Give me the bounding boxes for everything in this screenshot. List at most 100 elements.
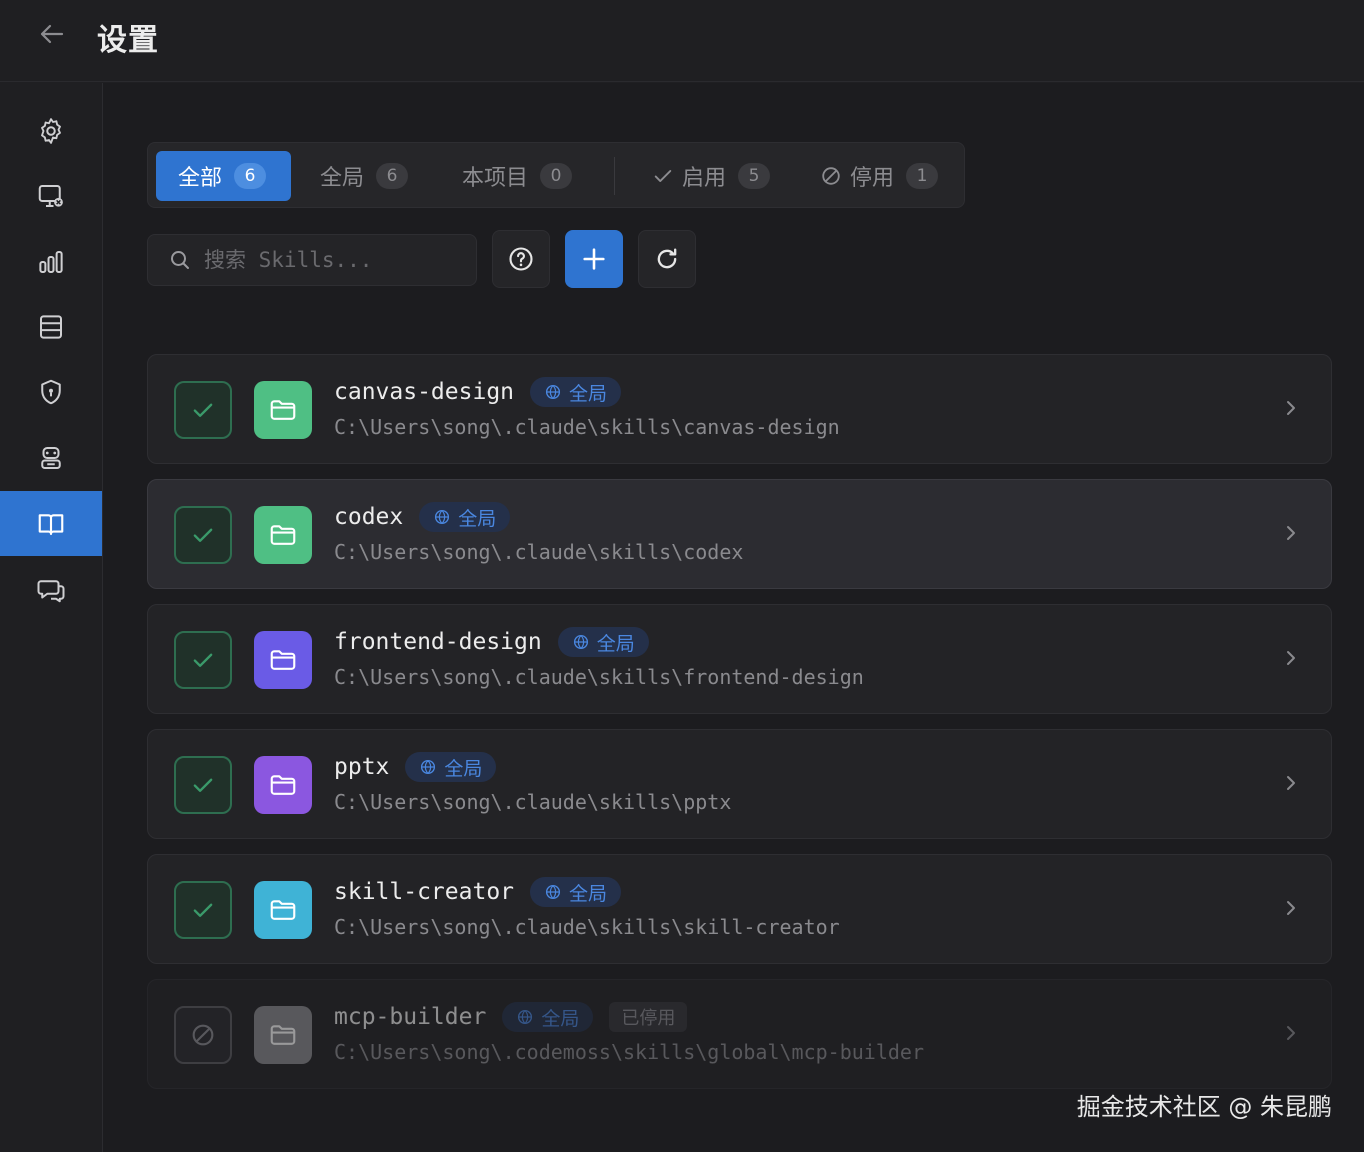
ban-icon bbox=[822, 167, 840, 185]
tab-enabled[interactable]: 启用 5 bbox=[630, 151, 780, 201]
skill-card[interactable]: skill-creator 全局 C:\Users\song\.claude\ski… bbox=[147, 854, 1332, 964]
scope-label: 全局 bbox=[569, 382, 608, 405]
scope-label: 全局 bbox=[569, 882, 608, 905]
chevron-right-icon bbox=[1287, 901, 1295, 915]
scope-badge: 全局 bbox=[530, 377, 622, 407]
skill-toggle-checkbox[interactable] bbox=[174, 631, 232, 689]
globe-icon bbox=[545, 384, 561, 400]
sidebar-item-permissions[interactable] bbox=[0, 359, 102, 424]
skill-path: C:\Users\song\.claude\skills\skill-creat… bbox=[334, 915, 840, 939]
ban-icon bbox=[192, 1024, 214, 1046]
scope-label: 全局 bbox=[458, 507, 497, 530]
gear-icon bbox=[41, 117, 61, 144]
help-button[interactable] bbox=[492, 230, 550, 288]
shield-icon bbox=[41, 379, 61, 404]
scope-badge: 全局 bbox=[502, 1002, 594, 1032]
skill-toggle-checkbox[interactable] bbox=[174, 506, 232, 564]
skill-name: skill-creator bbox=[334, 879, 515, 905]
scope-badge: 全局 bbox=[530, 877, 622, 907]
refresh-button[interactable] bbox=[638, 230, 696, 288]
sidebar-item-usage[interactable] bbox=[0, 229, 102, 294]
status-badge: 已停用 bbox=[609, 1002, 688, 1032]
search-input[interactable] bbox=[204, 248, 464, 272]
sidebar-item-data[interactable] bbox=[0, 294, 102, 359]
tab-label: 全局 bbox=[320, 166, 365, 191]
sidebar bbox=[0, 83, 103, 1152]
tab-count: 6 bbox=[234, 163, 267, 189]
chevron-right-icon bbox=[1287, 651, 1295, 665]
tab-divider bbox=[614, 157, 615, 195]
skill-name: pptx bbox=[334, 754, 390, 780]
help-circle-icon bbox=[509, 247, 533, 271]
chevron-right-icon bbox=[1287, 526, 1295, 540]
main-content: 全部 6 全局 6 本项目 0 启用 5 停用 1 搜索 Skills... c… bbox=[103, 83, 1364, 1152]
scope-label: 全局 bbox=[444, 757, 483, 780]
sidebar-item-agents[interactable] bbox=[0, 425, 102, 490]
tab-label: 本项目 bbox=[462, 166, 529, 191]
tab-global[interactable]: 全局 6 bbox=[298, 151, 423, 201]
tab-count: 0 bbox=[540, 163, 573, 189]
skill-name: mcp-builder bbox=[334, 1004, 487, 1030]
globe-icon bbox=[573, 634, 588, 650]
chat-icon bbox=[37, 579, 65, 602]
globe-icon bbox=[421, 759, 436, 775]
tab-disabled[interactable]: 停用 1 bbox=[798, 151, 948, 201]
skill-card[interactable]: canvas-design 全局 C:\Users\song\.claude\ski… bbox=[147, 354, 1332, 464]
sidebar-item-skills[interactable] bbox=[0, 491, 102, 556]
skill-toggle-checkbox[interactable] bbox=[174, 881, 232, 939]
folder-icon bbox=[270, 775, 296, 795]
folder-icon bbox=[270, 900, 296, 920]
skill-folder-badge bbox=[254, 1006, 312, 1064]
bar-chart-icon bbox=[39, 250, 63, 273]
skill-name-row: codex 全局 bbox=[334, 500, 511, 534]
folder-icon bbox=[270, 400, 296, 420]
tab-count: 5 bbox=[738, 163, 771, 189]
skill-name: frontend-design bbox=[334, 629, 542, 655]
watermark: 掘金技术社区 @ 朱昆鹏 bbox=[1076, 1093, 1332, 1121]
skill-card[interactable]: mcp-builder 全局 已停用 C:\Users\song\.codemoss\… bbox=[147, 979, 1332, 1089]
back-button[interactable] bbox=[36, 18, 68, 50]
tab-label: 全部 bbox=[178, 166, 223, 191]
skill-folder-badge bbox=[254, 756, 312, 814]
skill-card[interactable]: pptx 全局 C:\Users\song\.claude\skills\pptx bbox=[147, 729, 1332, 839]
folder-icon bbox=[270, 1025, 296, 1045]
sidebar-item-feedback[interactable] bbox=[0, 557, 102, 622]
check-icon bbox=[654, 170, 672, 182]
skill-toggle-checkbox[interactable] bbox=[174, 1006, 232, 1064]
book-open-icon bbox=[38, 513, 64, 535]
skill-folder-badge bbox=[254, 506, 312, 564]
skill-path: C:\Users\song\.claude\skills\codex bbox=[334, 540, 744, 564]
tab-project[interactable]: 本项目 0 bbox=[440, 151, 595, 201]
check-icon bbox=[193, 653, 213, 667]
skill-card[interactable]: frontend-design 全局 C:\Users\song\.claude\s… bbox=[147, 604, 1332, 714]
search-box bbox=[147, 234, 477, 286]
globe-icon bbox=[518, 1009, 533, 1025]
skill-name-row: mcp-builder 全局 已停用 bbox=[334, 1000, 688, 1034]
folder-icon bbox=[270, 650, 296, 670]
filter-tabs: 全部 6 全局 6 本项目 0 启用 5 停用 1 bbox=[147, 142, 965, 208]
sidebar-item-general[interactable] bbox=[0, 98, 102, 163]
add-skill-button[interactable] bbox=[565, 230, 623, 288]
scope-badge: 全局 bbox=[557, 627, 649, 657]
skill-toggle-checkbox[interactable] bbox=[174, 756, 232, 814]
skill-toggle-checkbox[interactable] bbox=[174, 381, 232, 439]
tab-label: 启用 bbox=[682, 166, 727, 191]
sidebar-item-provider[interactable] bbox=[0, 163, 102, 228]
scope-label: 全局 bbox=[541, 1007, 580, 1030]
globe-icon bbox=[435, 509, 450, 525]
skill-folder-badge bbox=[254, 881, 312, 939]
monitor-settings-icon bbox=[38, 184, 63, 207]
page-title: 设置 bbox=[97, 23, 159, 58]
check-icon bbox=[193, 778, 213, 792]
skill-folder-badge bbox=[254, 631, 312, 689]
skill-card[interactable]: codex 全局 C:\Users\song\.claude\skills\code… bbox=[147, 479, 1332, 589]
chevron-right-icon bbox=[1287, 776, 1295, 790]
folder-icon bbox=[270, 525, 296, 545]
scope-label: 全局 bbox=[596, 632, 635, 655]
skill-name: canvas-design bbox=[334, 379, 515, 405]
check-icon bbox=[193, 528, 213, 542]
skill-name-row: frontend-design 全局 bbox=[334, 625, 649, 659]
tab-all[interactable]: 全部 6 bbox=[156, 151, 291, 201]
chevron-right-icon bbox=[1287, 1026, 1295, 1040]
tab-count: 6 bbox=[376, 163, 409, 189]
